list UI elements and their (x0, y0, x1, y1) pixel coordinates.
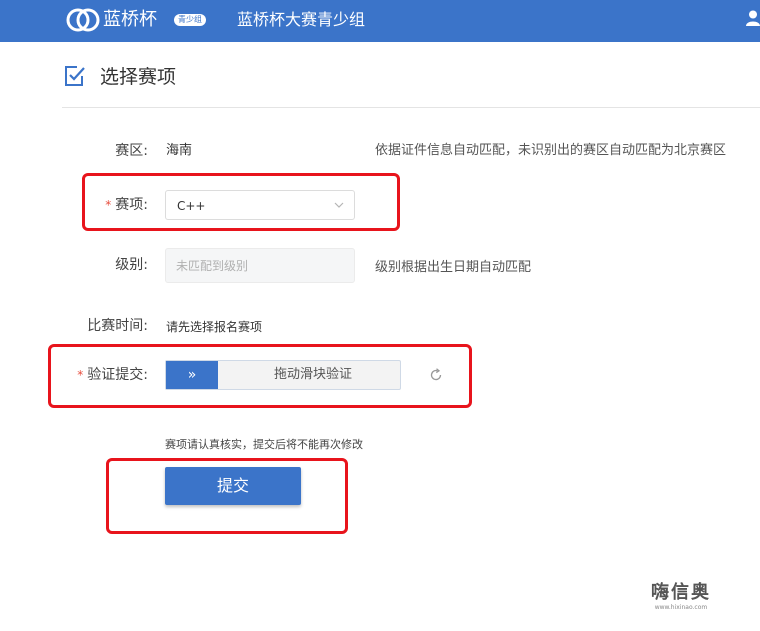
time-label: 比赛时间: (87, 318, 148, 334)
watermark-main: 嗨信奥 (651, 582, 711, 603)
youth-badge: 青少组 (174, 14, 206, 26)
annotation-box-event (82, 173, 400, 231)
level-label: 级别: (115, 257, 148, 273)
confirm-notice: 赛项请认真核实，提交后将不能再次修改 (165, 438, 363, 451)
logo-icon (66, 8, 100, 32)
section-divider (62, 107, 760, 108)
annotation-box-verify (48, 344, 472, 408)
user-icon[interactable] (746, 10, 760, 26)
level-hint: 级别根据出生日期自动匹配 (375, 260, 532, 275)
region-value: 海南 (166, 143, 193, 158)
app-title[interactable]: 蓝桥杯大赛青少组 (237, 9, 365, 31)
region-hint: 依据证件信息自动匹配，未识别出的赛区自动匹配为北京赛区 (375, 143, 727, 158)
section-title: 选择赛项 (100, 66, 177, 88)
level-field: 未匹配到级别 (165, 248, 355, 283)
time-value: 请先选择报名赛项 (166, 320, 263, 334)
annotation-box-submit (106, 458, 348, 534)
region-label: 赛区: (115, 143, 148, 159)
checkbox-edit-icon (65, 66, 85, 86)
watermark: 嗨信奥 www.hixinao.com (651, 582, 711, 612)
level-placeholder: 未匹配到级别 (176, 259, 249, 273)
logo-text: 蓝桥杯 (103, 9, 157, 30)
watermark-sub: www.hixinao.com (654, 604, 708, 611)
top-bar: 蓝桥杯 青少组 蓝桥杯大赛青少组 (0, 0, 760, 42)
